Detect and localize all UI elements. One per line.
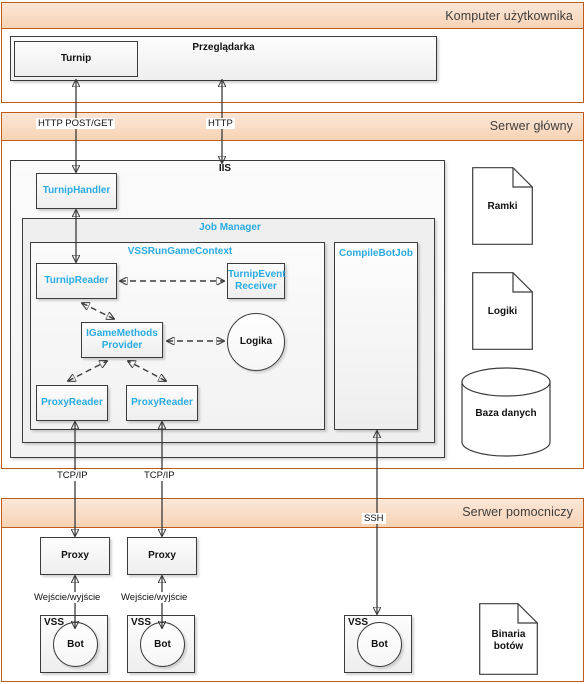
edge-label-io-left: Wejście/wyjście — [32, 592, 103, 603]
edge-label-io-right: Wejście/wyjście — [119, 592, 190, 603]
edge-label-ssh: SSH — [362, 513, 386, 524]
edge-label-http: HTTP — [206, 118, 235, 129]
connector-layer-dashed — [0, 0, 585, 684]
edge-label-tcpip-left: TCP/IP — [55, 470, 90, 481]
architecture-diagram: Komputer użytkownika Przeglądarka Turnip… — [0, 0, 585, 684]
edge-label-tcpip-right: TCP/IP — [142, 470, 177, 481]
edge-label-http-post-get: HTTP POST/GET — [36, 118, 116, 129]
